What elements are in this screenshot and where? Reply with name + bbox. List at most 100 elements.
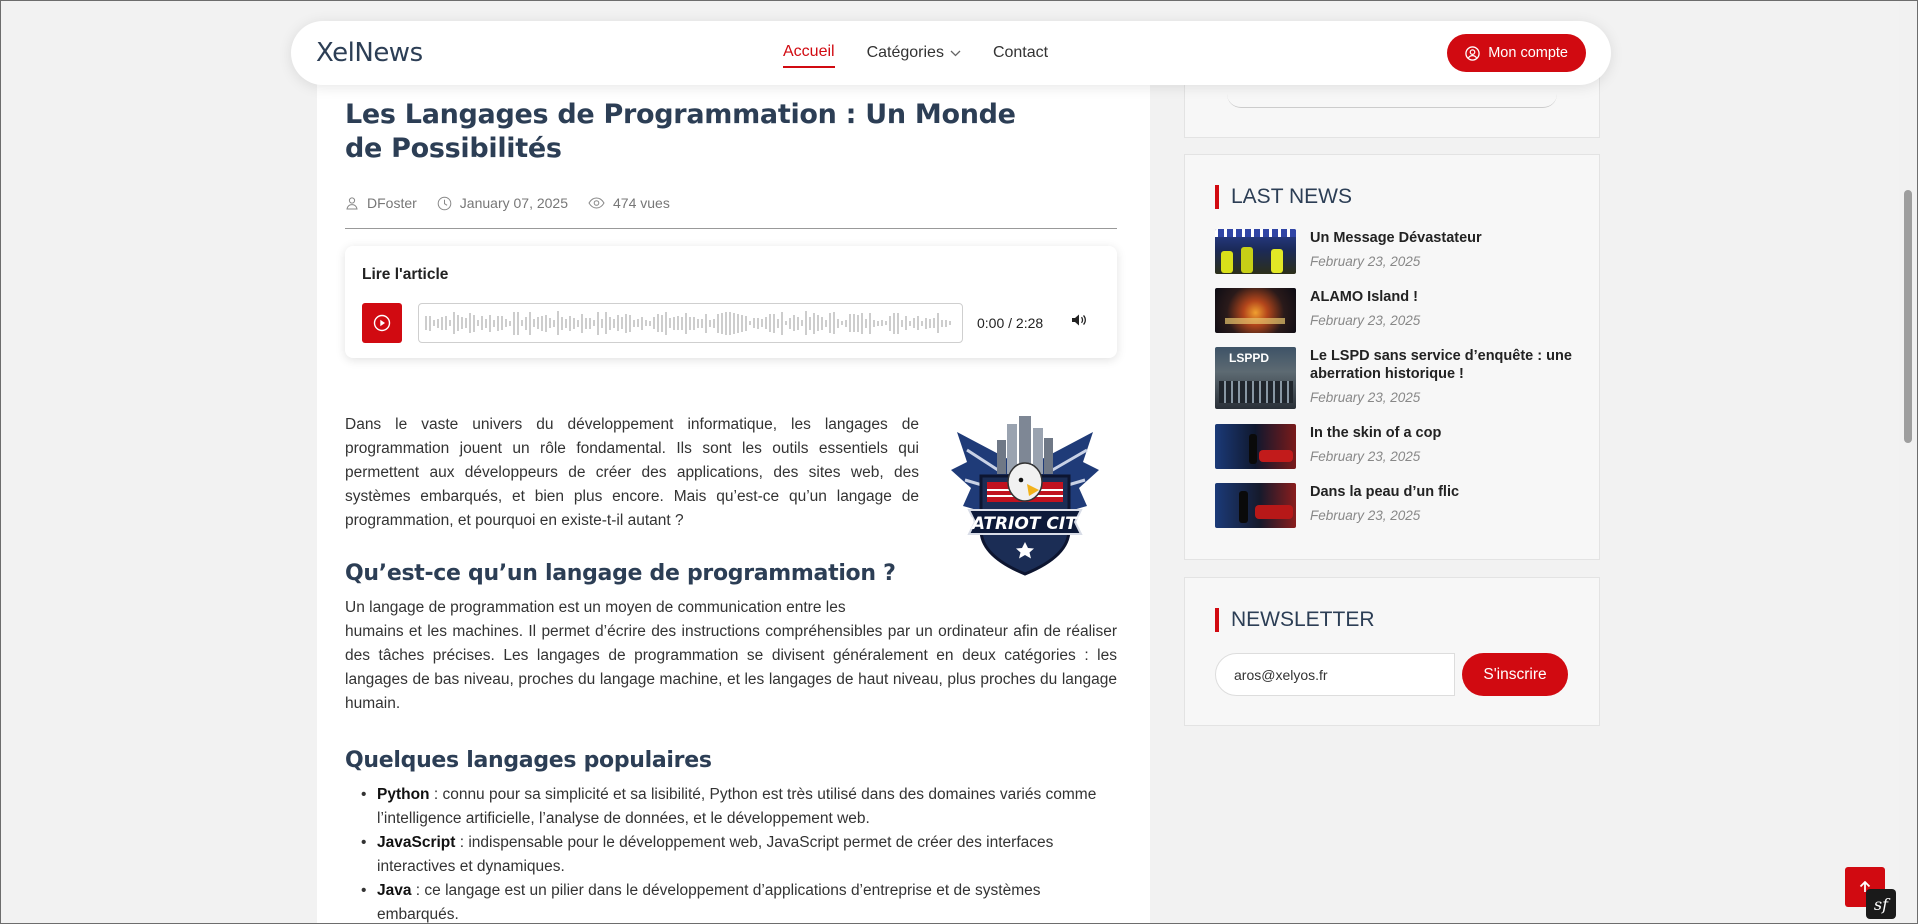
waveform-bar [817, 315, 819, 331]
waveform-bar [873, 319, 875, 327]
waveform-bar [753, 318, 755, 328]
logo-text: PATRIOT CITY [961, 514, 1091, 534]
news-item[interactable]: LSPPD Le LSPD sans service d’enquête : u… [1215, 347, 1575, 409]
news-date: February 23, 2025 [1310, 254, 1421, 269]
meta-views: 474 vues [588, 195, 670, 211]
waveform-bar [945, 319, 947, 327]
waveform-bar [893, 312, 895, 334]
waveform-bar [625, 313, 627, 333]
waveform-bar [821, 316, 823, 330]
waveform-bar [725, 311, 727, 335]
news-text: Le LSPD sans service d’enquête : une abe… [1310, 347, 1575, 409]
waveform-bar [777, 318, 779, 328]
waveform-bar [505, 319, 507, 327]
chevron-down-icon [950, 50, 961, 56]
waveform-bar [453, 312, 455, 334]
author-name[interactable]: DFoster [367, 195, 417, 211]
waveform-bar [789, 317, 791, 329]
user-icon [346, 197, 358, 210]
waveform-bar [461, 317, 463, 329]
newsletter-email-input[interactable] [1215, 653, 1455, 696]
waveform-bar [577, 319, 579, 327]
news-title[interactable]: Un Message Dévastateur [1310, 229, 1482, 247]
waveform-bar [809, 316, 811, 330]
waveform-bar [525, 316, 527, 330]
news-date: February 23, 2025 [1310, 449, 1421, 464]
waveform-bar [905, 316, 907, 330]
last-news-title: LAST NEWS [1215, 185, 1352, 209]
waveform-bar [465, 318, 467, 328]
volume-button[interactable] [1071, 313, 1087, 332]
waveform-bar [469, 313, 471, 333]
waveform-bar [781, 311, 783, 335]
last-news-widget: LAST NEWS Un Message Dévastateur Februar… [1184, 154, 1600, 560]
waveform-bar [729, 311, 731, 335]
view-count: 474 vues [613, 195, 670, 211]
scrollbar-thumb[interactable] [1904, 190, 1912, 443]
waveform-bar [493, 319, 495, 327]
subscribe-button[interactable]: S'inscrire [1462, 653, 1568, 696]
waveform-seekbar[interactable] [418, 303, 963, 343]
news-date: February 23, 2025 [1310, 313, 1421, 328]
divider [345, 228, 1117, 229]
news-title[interactable]: Le LSPD sans service d’enquête : une abe… [1310, 347, 1575, 383]
news-title[interactable]: Dans la peau d’un flic [1310, 483, 1459, 501]
waveform-bar [645, 320, 647, 326]
waveform-bar [685, 312, 687, 334]
article-meta: DFoster January 07, 2025 474 vues [345, 195, 670, 211]
waveform-bar [441, 316, 443, 330]
brand-logo[interactable]: XelNews [316, 38, 423, 68]
navbar: XelNews Accueil Catégories Contact Mon c… [291, 21, 1611, 85]
play-button[interactable] [362, 303, 402, 343]
waveform-bar [601, 318, 603, 328]
waveform-bar [881, 320, 883, 326]
waveform-bar [589, 317, 591, 329]
article-title: Les Langages de Programmation : Un Monde… [345, 99, 1016, 164]
waveform-bar [757, 317, 759, 329]
nav-categories[interactable]: Catégories [867, 38, 961, 68]
waveform-bar [489, 314, 491, 332]
news-item[interactable]: Un Message Dévastateur February 23, 2025 [1215, 229, 1575, 274]
waveform-bar [797, 316, 799, 330]
waveform-bar [605, 312, 607, 334]
waveform-bar [765, 317, 767, 329]
waveform-bar [637, 319, 639, 327]
waveform-bar [673, 316, 675, 330]
waveform-bar [801, 320, 803, 326]
waveform-bar [877, 320, 879, 326]
account-button[interactable]: Mon compte [1447, 34, 1586, 72]
waveform-bar [949, 321, 951, 325]
news-text: Un Message Dévastateur February 23, 2025 [1310, 229, 1482, 274]
waveform-bar [857, 314, 859, 332]
waveform-bar [865, 318, 867, 328]
symfony-icon[interactable]: sf [1866, 889, 1896, 919]
news-title[interactable]: In the skin of a cop [1310, 424, 1441, 442]
nav-contact-label: Contact [992, 44, 1049, 61]
waveform-bar [913, 318, 915, 328]
waveform-bar [721, 312, 723, 334]
nav-home[interactable]: Accueil [783, 38, 835, 68]
eye-icon [588, 197, 605, 209]
paragraph-first-line: Un langage de programmation est un moyen… [345, 599, 846, 616]
news-item[interactable]: Dans la peau d’un flic February 23, 2025 [1215, 483, 1575, 528]
waveform-bar [813, 312, 815, 334]
scrollbar-track[interactable] [1899, 0, 1917, 924]
waveform-bar [657, 314, 659, 332]
volume-icon [1072, 314, 1086, 326]
news-title[interactable]: ALAMO Island ! [1310, 288, 1420, 306]
news-text: Dans la peau d’un flic February 23, 2025 [1310, 483, 1459, 528]
news-item[interactable]: ALAMO Island ! February 23, 2025 [1215, 288, 1575, 333]
play-icon [373, 314, 391, 332]
waveform-bar [573, 317, 575, 329]
waveform-bar [885, 321, 887, 325]
waveform-bar [585, 317, 587, 329]
waveform-bar [629, 314, 631, 332]
waveform-bar [457, 315, 459, 331]
news-item[interactable]: In the skin of a cop February 23, 2025 [1215, 424, 1575, 469]
playback-time: 0:00 / 2:28 [977, 315, 1044, 331]
waveform-bar [613, 318, 615, 328]
nav-contact[interactable]: Contact [993, 38, 1048, 68]
waveform-bar [437, 318, 439, 328]
waveform-bar [709, 319, 711, 327]
waveform-bar [937, 313, 939, 333]
